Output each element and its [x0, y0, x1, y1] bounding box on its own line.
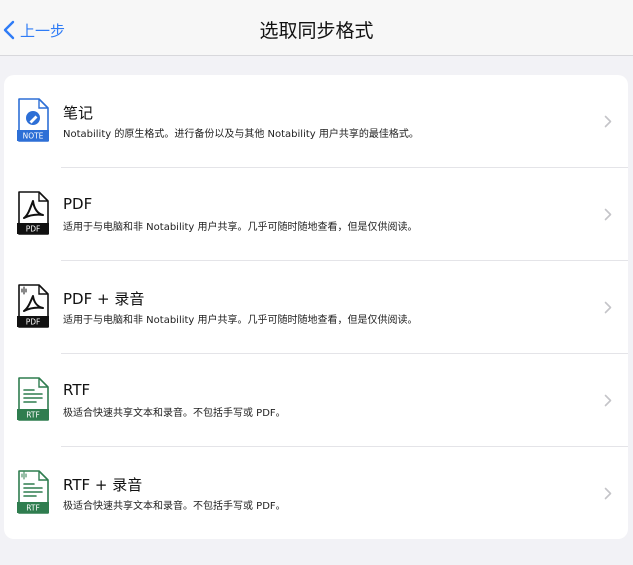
rtf-file-icon: RTF: [17, 377, 49, 421]
format-row-note[interactable]: NOTE 笔记 Notability 的原生格式。进行备份以及与其他 Notab…: [4, 75, 628, 168]
format-description: 适用于与电脑和非 Notability 用户共享。几乎可随时随地查看，但是仅供阅…: [63, 315, 418, 326]
svg-text:PDF: PDF: [26, 225, 41, 234]
format-description: 适用于与电脑和非 Notability 用户共享。几乎可随时随地查看，但是仅供阅…: [63, 222, 418, 233]
chevron-right-icon: [604, 208, 612, 221]
pdf-file-icon: PDF: [17, 191, 49, 235]
rtf-audio-file-icon: RTF: [17, 470, 49, 514]
format-description: Notability 的原生格式。进行备份以及与其他 Notability 用户…: [63, 129, 419, 140]
note-file-icon: NOTE: [17, 98, 49, 142]
format-title: RTF: [63, 381, 91, 399]
svg-text:NOTE: NOTE: [23, 132, 44, 141]
format-title: PDF + 录音: [63, 290, 145, 308]
format-row-pdf-audio[interactable]: PDF PDF + 录音 适用于与电脑和非 Notability 用户共享。几乎…: [4, 261, 628, 354]
svg-text:RTF: RTF: [26, 504, 40, 513]
format-title: 笔记: [63, 104, 94, 122]
format-title: RTF + 录音: [63, 476, 143, 494]
chevron-right-icon: [604, 487, 612, 500]
svg-text:PDF: PDF: [26, 318, 41, 327]
page-title: 选取同步格式: [259, 20, 374, 42]
chevron-right-icon: [604, 301, 612, 314]
pdf-audio-file-icon: PDF: [17, 284, 49, 328]
format-row-rtf-audio[interactable]: RTF RTF + 录音 极适合快速共享文本和录音。不包括手写或 PDF。: [4, 447, 628, 539]
svg-text:RTF: RTF: [26, 411, 40, 420]
chevron-right-icon: [604, 394, 612, 407]
format-row-rtf[interactable]: RTF RTF 极适合快速共享文本和录音。不包括手写或 PDF。: [4, 354, 628, 447]
format-title: PDF: [63, 195, 93, 213]
format-description: 极适合快速共享文本和录音。不包括手写或 PDF。: [63, 501, 286, 512]
format-list: NOTE 笔记 Notability 的原生格式。进行备份以及与其他 Notab…: [4, 75, 628, 539]
chevron-right-icon: [604, 115, 612, 128]
format-row-pdf[interactable]: PDF PDF 适用于与电脑和非 Notability 用户共享。几乎可随时随地…: [4, 168, 628, 261]
format-description: 极适合快速共享文本和录音。不包括手写或 PDF。: [63, 408, 286, 419]
navigation-bar: 上一步 选取同步格式: [0, 0, 633, 56]
